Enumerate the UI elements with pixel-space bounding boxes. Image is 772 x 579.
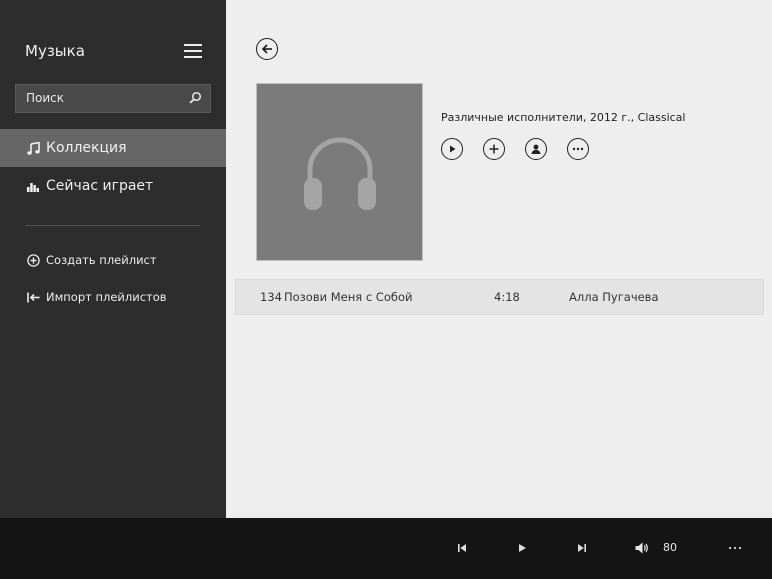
sidebar-divider <box>26 225 200 226</box>
next-icon <box>578 544 586 552</box>
add-button[interactable] <box>483 138 505 160</box>
import-playlists-button[interactable]: Импорт плейлистов <box>26 287 167 307</box>
back-button[interactable] <box>256 38 278 60</box>
nav-item-collection[interactable]: Коллекция <box>0 129 226 167</box>
create-playlist-button[interactable]: Создать плейлист <box>26 250 157 270</box>
hamburger-menu-icon[interactable] <box>184 44 202 58</box>
play-icon <box>519 544 526 552</box>
more-button[interactable] <box>567 138 589 160</box>
play-pause-button[interactable] <box>514 540 530 556</box>
content-area: Различные исполнители, 2012 г., Classica… <box>226 0 772 518</box>
player-more-button[interactable] <box>727 540 743 556</box>
more-icon <box>572 147 584 151</box>
search-box <box>15 84 211 113</box>
music-note-icon <box>26 141 40 155</box>
back-arrow-icon <box>261 44 272 54</box>
player-bar: 80 <box>0 518 772 579</box>
nav-item-now-playing[interactable]: Сейчас играет <box>0 167 226 205</box>
track-number: 134 <box>260 290 282 304</box>
plus-circle-icon <box>26 253 40 267</box>
artist-button[interactable] <box>525 138 547 160</box>
search-icon[interactable] <box>188 91 202 105</box>
previous-icon <box>458 544 466 552</box>
equalizer-icon <box>26 179 40 193</box>
more-icon <box>728 546 742 550</box>
import-icon <box>26 290 40 304</box>
album-art <box>257 84 422 260</box>
person-icon <box>531 144 541 154</box>
previous-button[interactable] <box>454 540 470 556</box>
next-button[interactable] <box>574 540 590 556</box>
album-actions <box>441 138 609 160</box>
nav-item-label: Коллекция <box>46 140 127 156</box>
album-info: Различные исполнители, 2012 г., Classica… <box>441 111 686 124</box>
track-artist: Алла Пугачева <box>569 290 659 304</box>
sidebar: Музыка Коллекция Сейчас играет Создать п… <box>0 0 226 518</box>
volume-value: 80 <box>663 541 677 554</box>
track-row[interactable]: 134 Позови Меня с Собой 4:18 Алла Пугаче… <box>235 279 764 315</box>
headphones-icon <box>303 137 376 210</box>
nav-item-label: Сейчас играет <box>46 178 154 194</box>
play-icon <box>450 145 456 153</box>
create-playlist-label: Создать плейлист <box>46 253 157 267</box>
import-playlists-label: Импорт плейлистов <box>46 290 167 304</box>
plus-icon <box>489 144 499 154</box>
app-title: Музыка <box>25 42 85 60</box>
track-title: Позови Меня с Собой <box>284 290 413 304</box>
search-input[interactable] <box>26 91 186 105</box>
track-duration: 4:18 <box>494 290 520 304</box>
volume-button[interactable] <box>634 540 650 556</box>
play-button[interactable] <box>441 138 463 160</box>
volume-icon <box>635 542 648 554</box>
